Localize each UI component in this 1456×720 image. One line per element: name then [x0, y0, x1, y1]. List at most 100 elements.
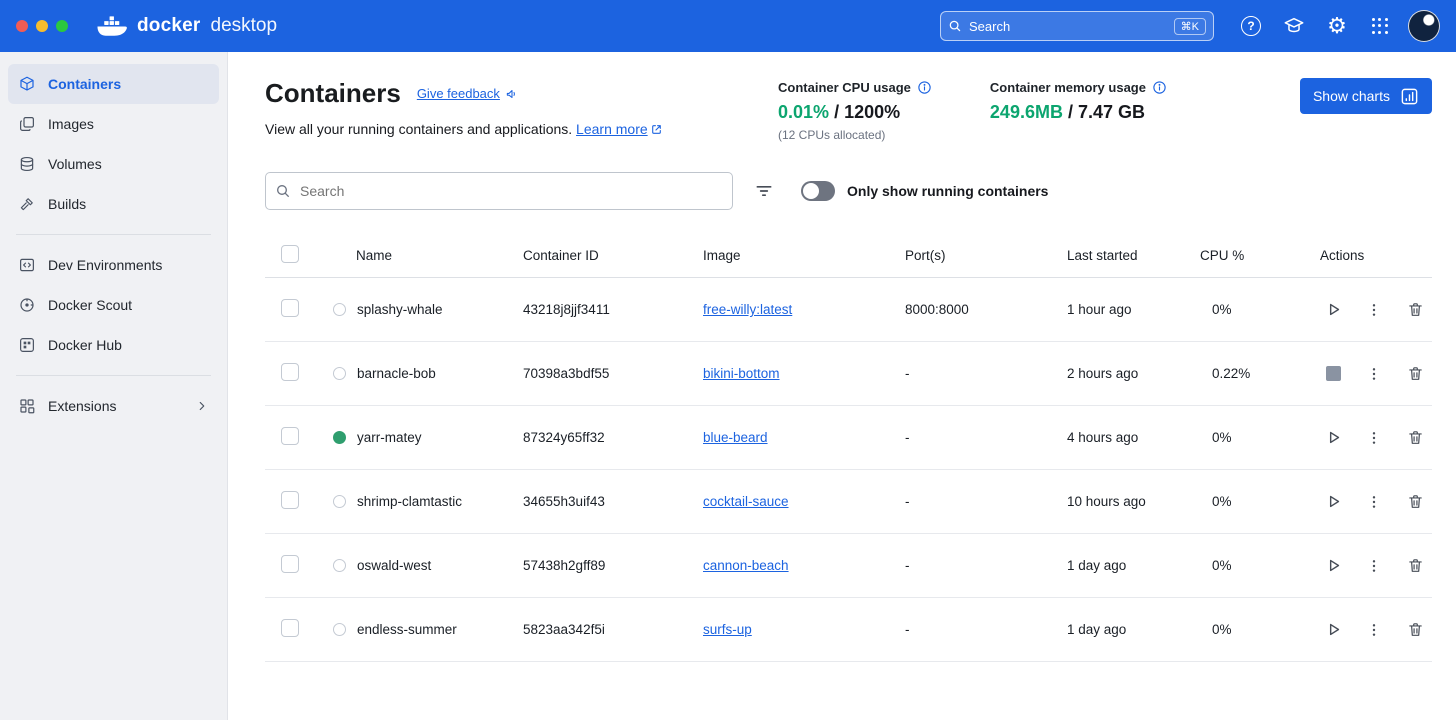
sidebar-label: Volumes: [48, 156, 102, 172]
delete-container-button[interactable]: [1402, 361, 1428, 387]
table-toolbar: Only show running containers: [265, 172, 1432, 210]
container-name: barnacle-bob: [357, 366, 436, 381]
image-link[interactable]: free-willy:latest: [703, 302, 792, 317]
apps-menu-button[interactable]: [1365, 11, 1395, 41]
container-search-input[interactable]: [265, 172, 733, 210]
container-name: oswald-west: [357, 558, 432, 573]
info-icon[interactable]: [1152, 80, 1167, 95]
row-checkbox[interactable]: [281, 619, 299, 637]
show-charts-button[interactable]: Show charts: [1299, 78, 1432, 114]
external-link-icon: [651, 125, 661, 134]
container-ports: -: [905, 430, 910, 445]
play-icon: [1329, 623, 1339, 636]
docker-desktop-window: docker desktop Search ⌘K ? ⚙ Containers …: [0, 0, 1456, 720]
learn-more-link[interactable]: Learn more: [576, 121, 663, 137]
sidebar-item-images[interactable]: Images: [8, 104, 219, 144]
container-last-started: 1 day ago: [1067, 558, 1127, 573]
grid-icon: [1371, 17, 1389, 35]
close-window-button[interactable]: [16, 20, 28, 32]
container-last-started: 4 hours ago: [1067, 430, 1139, 445]
search-icon: [949, 20, 961, 32]
container-id: 34655h3uif43: [523, 494, 605, 509]
image-link[interactable]: blue-beard: [703, 430, 768, 445]
row-menu-button[interactable]: [1361, 361, 1387, 387]
builds-icon: [20, 198, 33, 211]
image-link[interactable]: cannon-beach: [703, 558, 789, 573]
table-row[interactable]: barnacle-bob 70398a3bdf55 bikini-bottom …: [265, 342, 1432, 406]
docker-hub-icon: [20, 338, 34, 352]
show-charts-label: Show charts: [1312, 88, 1390, 104]
start-container-button[interactable]: [1320, 489, 1346, 515]
table-row[interactable]: splashy-whale 43218j8jjf3411 free-willy:…: [265, 278, 1432, 342]
container-cpu: 0%: [1212, 494, 1232, 509]
global-search-placeholder: Search: [969, 18, 1011, 34]
search-icon: [277, 185, 290, 198]
only-running-toggle[interactable]: [801, 181, 835, 201]
sidebar-item-containers[interactable]: Containers: [8, 64, 219, 104]
start-container-button[interactable]: [1320, 617, 1346, 643]
resource-metrics: Container CPU usage 0.01% / 1200% (12 CP…: [778, 80, 1167, 142]
delete-container-button[interactable]: [1402, 489, 1428, 515]
memory-usage-label: Container memory usage: [989, 80, 1146, 95]
play-icon: [1329, 431, 1339, 444]
sidebar-item-extensions[interactable]: Extensions: [8, 386, 219, 426]
sidebar-item-volumes[interactable]: Volumes: [8, 144, 219, 184]
column-header-image: Image: [703, 248, 741, 263]
sidebar-divider: [16, 375, 211, 376]
container-id: 43218j8jjf3411: [523, 302, 610, 317]
dev-environments-icon: [20, 258, 34, 272]
row-menu-button[interactable]: [1361, 617, 1387, 643]
start-container-button[interactable]: [1320, 553, 1346, 579]
sidebar-item-docker-scout[interactable]: Docker Scout: [8, 285, 219, 325]
image-link[interactable]: surfs-up: [703, 622, 752, 637]
sidebar-item-dev-environments[interactable]: Dev Environments: [8, 245, 219, 285]
kebab-menu-icon: [1372, 495, 1376, 508]
sidebar-item-docker-hub[interactable]: Docker Hub: [8, 325, 219, 365]
play-icon: [1329, 303, 1339, 316]
row-checkbox[interactable]: [281, 363, 299, 381]
table-row[interactable]: yarr-matey 87324y65ff32 blue-beard - 4 h…: [265, 406, 1432, 470]
table-row[interactable]: oswald-west 57438h2gff89 cannon-beach - …: [265, 534, 1432, 598]
docker-logo: docker desktop: [96, 15, 277, 38]
stop-container-button[interactable]: [1320, 361, 1346, 387]
image-link[interactable]: bikini-bottom: [703, 366, 780, 381]
cpu-usage-metric: Container CPU usage 0.01% / 1200% (12 CP…: [778, 80, 932, 142]
row-menu-button[interactable]: [1361, 553, 1387, 579]
help-button[interactable]: [1236, 11, 1266, 41]
row-menu-button[interactable]: [1361, 297, 1387, 323]
learning-center-button[interactable]: [1279, 11, 1309, 41]
kebab-menu-icon: [1372, 623, 1376, 636]
sidebar-label: Extensions: [48, 398, 117, 414]
row-menu-button[interactable]: [1361, 425, 1387, 451]
give-feedback-link[interactable]: Give feedback: [417, 86, 519, 101]
sidebar-item-builds[interactable]: Builds: [8, 184, 219, 224]
info-icon[interactable]: [917, 80, 932, 95]
start-container-button[interactable]: [1320, 425, 1346, 451]
row-menu-button[interactable]: [1361, 489, 1387, 515]
delete-container-button[interactable]: [1402, 297, 1428, 323]
table-row[interactable]: shrimp-clamtastic 34655h3uif43 cocktail-…: [265, 470, 1432, 534]
trash-icon: [1408, 303, 1422, 316]
row-checkbox[interactable]: [281, 299, 299, 317]
container-ports: -: [905, 558, 910, 573]
select-all-checkbox[interactable]: [281, 245, 299, 263]
image-link[interactable]: cocktail-sauce: [703, 494, 789, 509]
user-avatar[interactable]: [1408, 10, 1440, 42]
filter-button[interactable]: [749, 176, 779, 206]
row-checkbox[interactable]: [281, 491, 299, 509]
container-cpu: 0%: [1212, 430, 1232, 445]
start-container-button[interactable]: [1320, 297, 1346, 323]
delete-container-button[interactable]: [1402, 617, 1428, 643]
toggle-knob: [803, 183, 819, 199]
row-checkbox[interactable]: [281, 555, 299, 573]
minimize-window-button[interactable]: [36, 20, 48, 32]
global-search[interactable]: Search ⌘K: [940, 11, 1214, 41]
delete-container-button[interactable]: [1402, 553, 1428, 579]
table-row[interactable]: endless-summer 5823aa342f5i surfs-up - 1…: [265, 598, 1432, 662]
zoom-window-button[interactable]: [56, 20, 68, 32]
row-checkbox[interactable]: [281, 427, 299, 445]
settings-button[interactable]: [1322, 11, 1352, 41]
cpu-usage-value: 0.01%: [778, 102, 830, 122]
delete-container-button[interactable]: [1402, 425, 1428, 451]
sidebar-label: Dev Environments: [48, 257, 163, 273]
